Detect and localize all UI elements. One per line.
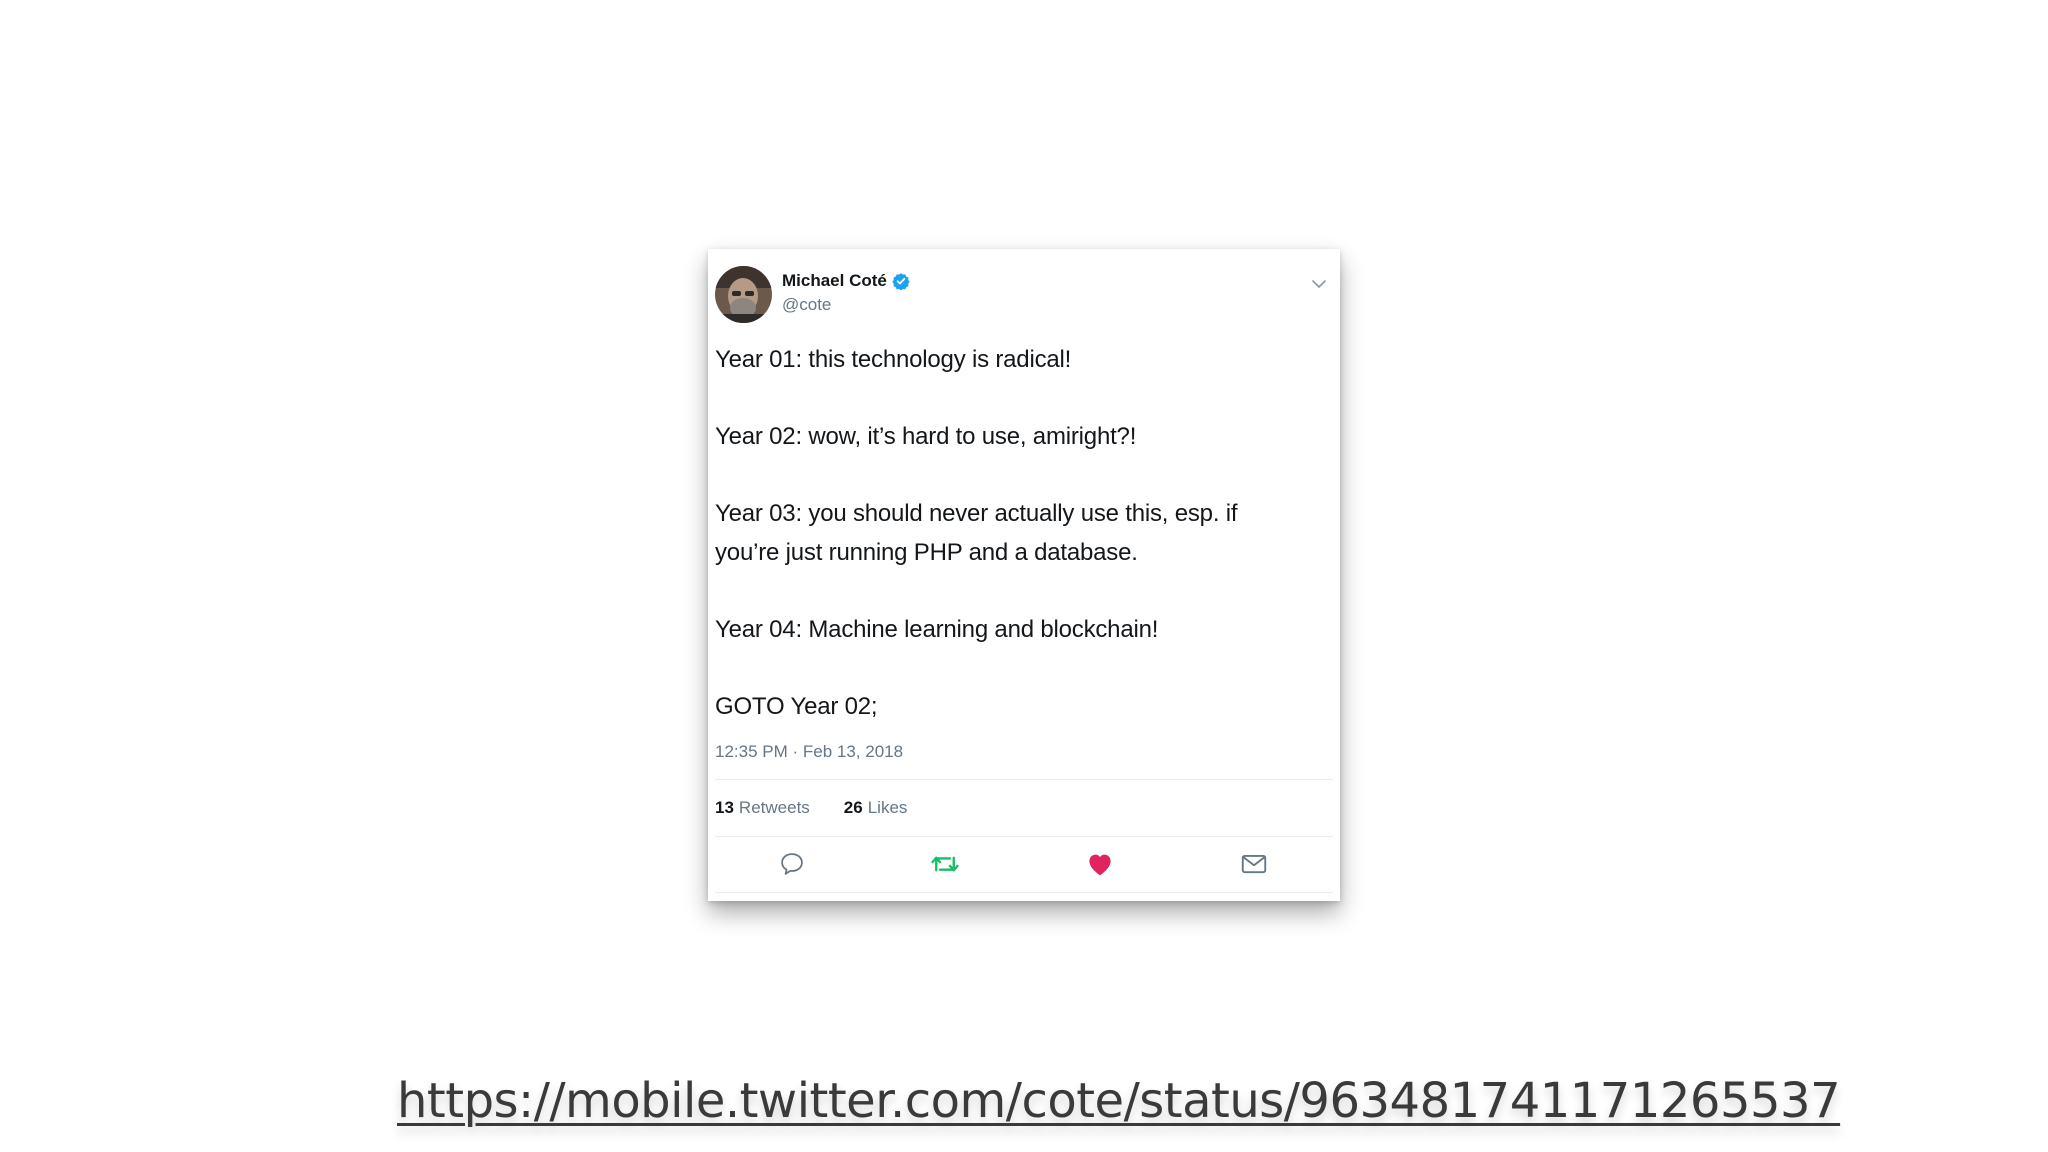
divider [715,892,1333,893]
tweet-line: Year 01: this technology is radical! [715,346,1072,373]
likes-stat[interactable]: 26 Likes [844,798,908,818]
reply-button[interactable] [775,847,809,881]
tweet-line: you’re just running PHP and a database. [715,538,1138,566]
verified-badge-icon [892,273,910,290]
tweet-actions [708,843,1340,885]
tweet-url-link[interactable]: https://mobile.twitter.com/cote/status/9… [397,1071,1841,1131]
author-handle[interactable]: @cote [782,295,831,315]
slide: Michael Coté @cote Year 01: this technol… [0,0,2048,1152]
tweet-timestamp[interactable]: 12:35 PM · Feb 13, 2018 [715,742,903,762]
like-button[interactable] [1083,847,1117,881]
avatar[interactable] [715,266,772,323]
direct-message-button[interactable] [1237,847,1271,881]
likes-count: 26 [843,798,863,817]
retweets-label: Retweets [738,798,810,817]
author-name-row: Michael Coté [782,271,910,291]
retweet-icon [931,856,959,872]
reply-bubble-icon [781,853,803,875]
tweet-text: Year 01: this technology is radical! Yea… [715,341,1315,726]
likes-label: Likes [867,798,908,817]
retweets-stat[interactable]: 13 Retweets [715,798,810,818]
heart-icon [1089,854,1111,876]
divider [715,836,1333,837]
retweets-count: 13 [715,798,734,817]
engagement-stats: 13 Retweets 26 Likes [715,798,907,818]
envelope-icon [1241,854,1267,874]
tweet-line: GOTO Year 02; [715,692,878,720]
tweet-line: Year 02: wow, it’s hard to use, amiright… [715,423,1137,450]
tweet-line: Year 03: you should never actually use t… [715,500,1238,527]
tweet-line: Year 04: Machine learning and blockchain… [715,615,1159,643]
chevron-down-icon[interactable] [1310,275,1328,293]
author-name[interactable]: Michael Coté [782,271,887,291]
tweet-card[interactable]: Michael Coté @cote Year 01: this technol… [708,249,1340,901]
retweet-button[interactable] [928,847,962,881]
divider [715,779,1333,780]
